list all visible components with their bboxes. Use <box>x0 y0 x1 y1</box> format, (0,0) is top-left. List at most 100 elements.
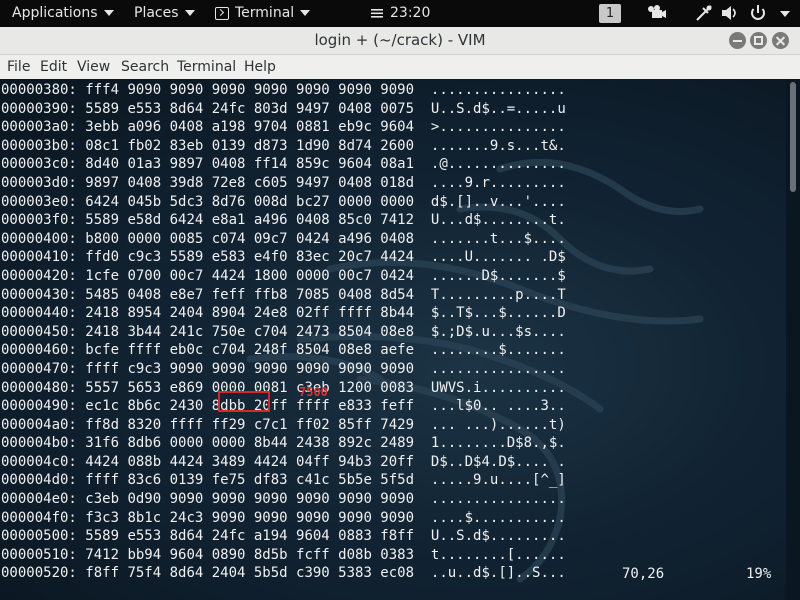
chevron-down-icon[interactable] <box>780 11 790 17</box>
hexdump-ascii: ....9.r......... <box>430 174 566 191</box>
hexdump-hex: ff8d 8320 ffff ff29 c7c1 ff02 85ff 7429 <box>85 416 415 433</box>
hexdump-offset: 00000500: <box>1 528 77 545</box>
hexdump-hex: 5485 0408 e8e7 feff ffb8 7085 0408 8d54 <box>85 286 415 303</box>
terminal-icon <box>215 6 229 20</box>
hexdump-ascii: ....U....... .D$ <box>430 249 566 266</box>
volume-icon[interactable] <box>720 4 740 22</box>
hexdump-ascii: ... ...)......t) <box>430 416 566 433</box>
clock-time: 23:20 <box>390 5 431 21</box>
hexdump-offset: 000003f0: <box>1 212 77 229</box>
terminal-app-menu[interactable]: Terminal <box>215 0 311 27</box>
chevron-down-icon <box>300 10 311 16</box>
hexdump-ascii: d$.[]..v...'.... <box>430 193 566 210</box>
hexdump-hex: ffd0 c9c3 5589 e583 e4f0 83ec 20c7 4424 <box>85 249 415 266</box>
window-title: login + (~/crack) - VIM <box>314 31 486 49</box>
menu-search[interactable]: Search <box>121 55 169 79</box>
hexdump-hex: f3c3 8b1c 24c3 9090 9090 9090 9090 9090 <box>85 509 415 526</box>
places-menu[interactable]: Places <box>134 0 195 27</box>
menu-view[interactable]: View <box>77 55 110 79</box>
hexdump-offset: 000003a0: <box>1 119 77 136</box>
terminal-area[interactable]: 00000380: fff4 9090 9090 9090 9090 9090 … <box>0 79 786 600</box>
hexdump-offset: 00000510: <box>1 546 77 563</box>
devices-icon[interactable] <box>646 4 666 22</box>
scroll-percent: 19% <box>746 566 772 582</box>
applications-menu[interactable]: Applications <box>12 0 114 27</box>
hexdump-ascii: ....$........... <box>430 509 566 526</box>
hexdump-offset: 000003c0: <box>1 156 77 173</box>
hexdump-offset: 000004b0: <box>1 435 77 452</box>
hexdump-hex: 08c1 fb02 83eb 0139 d873 1d90 8d74 2600 <box>85 137 415 154</box>
hexdump-hex: 4424 088b 4424 3489 4424 04ff 94b3 20ff <box>85 453 415 470</box>
hexdump-offset: 00000430: <box>1 286 77 303</box>
hexdump-offset: 00000440: <box>1 305 77 322</box>
hexdump-ascii: T.........p....T <box>430 286 566 303</box>
hexdump-ascii: U..S.d$......... <box>430 528 566 545</box>
annotation-label: 7500 <box>299 385 328 399</box>
hexdump-line: 00000390: 5589 e553 8d64 24fc 803d 9497 … <box>1 100 566 119</box>
workspace-indicator[interactable]: 1 <box>599 0 621 27</box>
hexdump-ascii: ................ <box>430 82 566 98</box>
hexdump-line: 00000490: ec1c 8b6c 2430 8dbb 20ff ffff … <box>1 397 566 416</box>
hexdump-line: 000003e0: 6424 045b 5dc3 8d76 008d bc27 … <box>1 193 566 212</box>
hexdump-line: 00000520: f8ff 75f4 8d64 2404 5b5d c390 … <box>1 564 566 583</box>
hexdump-ascii: D$..D$4.D$.... . <box>430 453 566 470</box>
hexdump-line: 00000410: ffd0 c9c3 5589 e583 e4f0 83ec … <box>1 248 566 267</box>
menu-edit[interactable]: Edit <box>40 55 67 79</box>
menu-terminal[interactable]: Terminal <box>177 55 236 79</box>
hexdump-line: 000004b0: 31f6 8db6 0000 0000 8b44 2438 … <box>1 434 566 453</box>
hexdump-offset: 00000450: <box>1 323 77 340</box>
hexdump-line: 000003b0: 08c1 fb02 83eb 0139 d873 1d90 … <box>1 137 566 156</box>
hexdump-offset: 000004f0: <box>1 509 77 526</box>
hexdump-hex: 31f6 8db6 0000 0000 8b44 2438 892c 2489 <box>85 435 415 452</box>
hexdump-line: 00000420: 1cfe 0700 00c7 4424 1800 0000 … <box>1 267 566 286</box>
hexdump-hex: 2418 3b44 241c 750e c704 2473 8504 08e8 <box>85 323 415 340</box>
hexdump-ascii: ..u..d$.[]..S... <box>430 565 566 582</box>
menu-help[interactable]: Help <box>244 55 276 79</box>
hexdump-hex: 9897 0408 39d8 72e8 c605 9497 0408 018d <box>85 174 415 191</box>
maximize-button[interactable] <box>750 32 767 49</box>
hexdump-hex: 7412 bb94 9604 0890 8d5b fcff d08b 0383 <box>85 546 415 563</box>
hexdump-line: 00000470: ffff c9c3 9090 9090 9090 9090 … <box>1 360 566 379</box>
menu-file[interactable]: File <box>7 55 30 79</box>
hexdump-line: 00000430: 5485 0408 e8e7 feff ffb8 7085 … <box>1 286 566 305</box>
hexdump-line: 000003f0: 5589 e58d 6424 e8a1 a496 0408 … <box>1 211 566 230</box>
terminal-app-label: Terminal <box>235 5 295 21</box>
hexdump-ascii: $.;D$.u...$s.... <box>430 323 566 340</box>
chevron-down-icon <box>184 10 195 16</box>
hexdump-hex: 2418 8954 2404 8904 24e8 02ff ffff 8b44 <box>85 305 415 322</box>
window-titlebar[interactable]: login + (~/crack) - VIM <box>0 27 800 55</box>
hexdump-ascii: .......9.s...t&. <box>430 137 566 154</box>
hexdump-hex: 5589 e58d 6424 e8a1 a496 0408 85c0 7412 <box>85 212 415 229</box>
hexdump-line: 000004c0: 4424 088b 4424 3489 4424 04ff … <box>1 453 566 472</box>
power-icon[interactable] <box>748 4 768 22</box>
hexdump-offset: 00000460: <box>1 342 77 359</box>
hexdump-offset: 000003b0: <box>1 137 77 154</box>
hexdump-hex: 5589 e553 8d64 24fc a194 9604 0883 f8ff <box>85 528 415 545</box>
hexdump-hex: fff4 9090 9090 9090 9090 9090 9090 9090 <box>85 82 415 98</box>
minimize-button[interactable] <box>729 32 746 49</box>
hexdump-offset: 000004c0: <box>1 453 77 470</box>
highlight-box <box>218 391 270 412</box>
hexdump-view: 00000380: fff4 9090 9090 9090 9090 9090 … <box>1 81 566 583</box>
hexdump-line: 000004f0: f3c3 8b1c 24c3 9090 9090 9090 … <box>1 509 566 528</box>
accessibility-icon[interactable] <box>694 4 714 22</box>
hexdump-hex: c3eb 0d90 9090 9090 9090 9090 9090 9090 <box>85 491 415 508</box>
hexdump-offset: 00000410: <box>1 249 77 266</box>
hexdump-offset: 000004d0: <box>1 472 77 489</box>
hexdump-offset: 00000420: <box>1 267 77 284</box>
hexdump-line: 000004a0: ff8d 8320 ffff ff29 c7c1 ff02 … <box>1 416 566 435</box>
hexdump-line: 000003d0: 9897 0408 39d8 72e8 c605 9497 … <box>1 174 566 193</box>
hexdump-line: 000003c0: 8d40 01a3 9897 0408 ff14 859c … <box>1 155 566 174</box>
hexdump-line: 00000400: b800 0000 0085 c074 09c7 0424 … <box>1 230 566 249</box>
hexdump-line: 00000510: 7412 bb94 9604 0890 8d5b fcff … <box>1 546 566 565</box>
hexdump-offset: 00000480: <box>1 379 77 396</box>
hexdump-line: 00000450: 2418 3b44 241c 750e c704 2473 … <box>1 323 566 342</box>
scrollbar-thumb[interactable] <box>790 82 796 192</box>
hexdump-hex: b800 0000 0085 c074 09c7 0424 a496 0408 <box>85 230 415 247</box>
clock-button[interactable]: 23:20 <box>370 0 430 27</box>
close-button[interactable] <box>772 32 789 49</box>
hexdump-ascii: .@.............. <box>430 156 566 173</box>
hexdump-ascii: ........$....... <box>430 342 566 359</box>
hexdump-ascii: $..T$...$......D <box>430 305 566 322</box>
hexdump-offset: 00000400: <box>1 230 77 247</box>
